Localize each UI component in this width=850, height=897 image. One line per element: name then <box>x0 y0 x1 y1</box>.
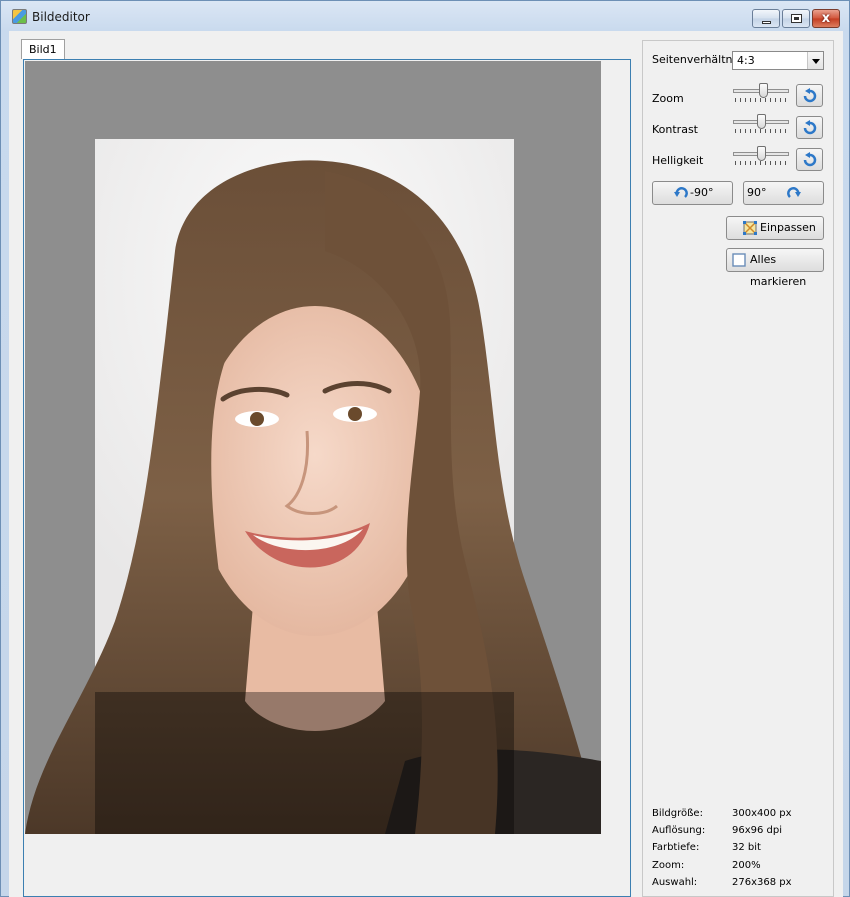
fit-button[interactable]: Einpassen <box>726 216 824 240</box>
info-value-color-depth: 32 bit <box>732 842 761 853</box>
info-value-zoom: 200% <box>732 860 761 871</box>
info-label-zoom: Zoom: <box>652 860 685 871</box>
brightness-slider[interactable] <box>733 145 790 165</box>
rotate-left-icon <box>674 187 688 198</box>
reset-icon <box>803 88 817 103</box>
contrast-slider-ticks <box>735 129 789 133</box>
rotate-right-label: 90° <box>747 186 767 199</box>
minimize-icon <box>762 21 771 24</box>
app-icon <box>12 9 27 24</box>
zoom-slider-ticks <box>735 98 789 102</box>
zoom-slider-thumb[interactable] <box>759 83 768 98</box>
title-bar[interactable]: Bildeditor x <box>1 1 849 31</box>
contrast-slider[interactable] <box>733 113 790 133</box>
minimize-button[interactable] <box>752 9 780 28</box>
info-label-image-size: Bildgröße: <box>652 808 703 819</box>
zoom-label: Zoom <box>652 92 684 105</box>
brightness-reset-button[interactable] <box>796 148 823 171</box>
settings-panel: Seitenverhältnis 4:3 Zoom Kontrast Helli… <box>642 40 834 897</box>
brightness-label: Helligkeit <box>652 154 704 167</box>
info-label-selection: Auswahl: <box>652 877 698 888</box>
zoom-slider[interactable] <box>733 82 790 102</box>
reset-icon <box>803 120 817 135</box>
tab-bild1[interactable]: Bild1 <box>21 39 65 59</box>
portrait-photo <box>25 61 601 834</box>
rotate-right-icon <box>787 187 801 198</box>
info-value-resolution: 96x96 dpi <box>732 825 783 836</box>
rotate-right-button[interactable]: 90° <box>743 181 824 205</box>
reset-icon <box>803 152 817 167</box>
maximize-icon <box>791 14 802 23</box>
brightness-slider-thumb[interactable] <box>757 146 766 161</box>
close-button[interactable]: x <box>812 9 840 28</box>
aspect-ratio-select[interactable]: 4:3 <box>732 51 824 70</box>
rotate-left-label: -90° <box>690 186 714 199</box>
brightness-slider-ticks <box>735 161 789 165</box>
contrast-slider-thumb[interactable] <box>757 114 766 129</box>
tab-panel <box>23 59 631 897</box>
image-canvas[interactable] <box>25 61 601 834</box>
client-area: Bild1 Seitenverhältnis 4:3 Zoom Kontrast… <box>9 31 843 897</box>
info-label-color-depth: Farbtiefe: <box>652 842 700 853</box>
info-value-selection: 276x368 px <box>732 877 792 888</box>
aspect-ratio-value: 4:3 <box>737 54 755 67</box>
maximize-button[interactable] <box>782 9 810 28</box>
select-all-button[interactable]: Alles markieren <box>726 248 824 288</box>
close-icon: x <box>821 11 831 26</box>
fit-label: Einpassen <box>760 221 816 234</box>
contrast-reset-button[interactable] <box>796 116 823 139</box>
window-title: Bildeditor <box>32 10 90 24</box>
info-value-image-size: 300x400 px <box>732 808 792 819</box>
select-all-label: Alles markieren <box>750 253 807 288</box>
zoom-reset-button[interactable] <box>796 84 823 107</box>
fit-icon <box>743 221 757 235</box>
contrast-label: Kontrast <box>652 123 698 136</box>
aspect-ratio-label: Seitenverhältnis <box>652 53 742 66</box>
window: Bildeditor x Bild1 Seitenverhältnis 4:3 … <box>0 0 850 897</box>
select-all-icon <box>732 253 746 267</box>
rotate-left-button[interactable]: -90° <box>652 181 733 205</box>
dropdown-arrow-icon[interactable] <box>807 52 823 69</box>
info-label-resolution: Auflösung: <box>652 825 706 836</box>
